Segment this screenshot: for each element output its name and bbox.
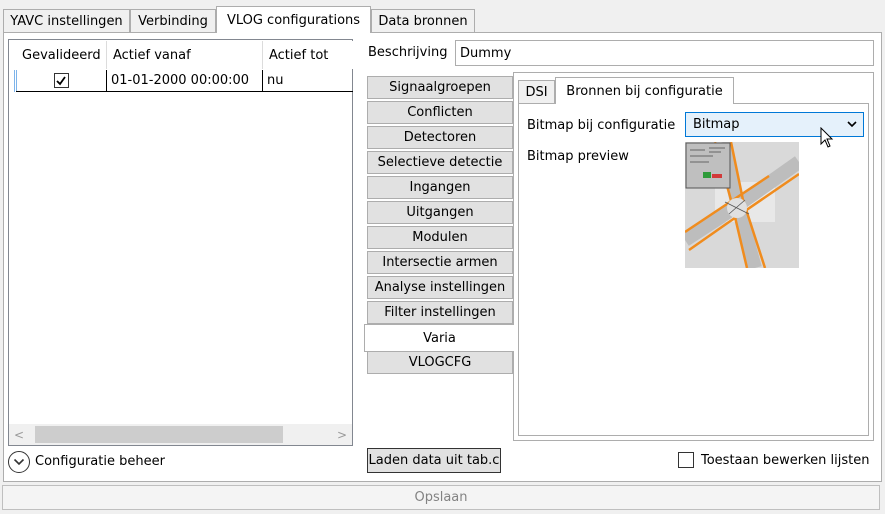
tab-ingangen[interactable]: Ingangen [367,176,513,199]
scrollbar-thumb[interactable] [35,426,283,443]
beschrijving-label: Beschrijving [368,45,448,60]
chevron-down-icon [847,121,857,128]
tab-analyse-instellingen[interactable]: Analyse instellingen [367,276,513,299]
column-header-gevalideerd[interactable]: Gevalideerd [16,41,107,69]
tab-intersectie-armen[interactable]: Intersectie armen [367,251,513,274]
tab-conflicten[interactable]: Conflicten [367,101,513,124]
gevalideerd-cell[interactable] [16,70,107,92]
horizontal-scrollbar[interactable]: < > [9,424,352,445]
column-header-actief-vanaf[interactable]: Actief vanaf [107,41,263,69]
actief-vanaf-cell[interactable]: 01-01-2000 00:00:00 [107,70,263,92]
tab-bronnen-bij-configuratie[interactable]: Bronnen bij configuratie [555,77,734,104]
bitmap-preview-label: Bitmap preview [527,149,629,164]
tab-detectoren[interactable]: Detectoren [367,126,513,149]
bitmap-select[interactable]: Bitmap [685,112,864,137]
column-header-actief-tot[interactable]: Actief tot [263,41,353,69]
configurations-grid[interactable]: Gevalideerd Actief vanaf Actief tot 01-0… [8,39,353,446]
mouse-cursor-icon [820,127,834,148]
configuratie-beheer-label[interactable]: Configuratie beheer [35,454,165,469]
checkmark-icon [56,75,66,85]
tab-vlog-configurations[interactable]: VLOG configurations [216,6,371,33]
tab-yavc-instellingen[interactable]: YAVC instellingen [3,9,130,32]
tab-data-bronnen[interactable]: Data bronnen [371,9,475,32]
bitmap-preview-image [685,142,799,268]
tab-verbinding[interactable]: Verbinding [130,9,216,32]
tab-dsi[interactable]: DSI [518,80,555,103]
toestaan-bewerken-checkbox[interactable] [678,452,694,468]
tab-signaalgroepen[interactable]: Signaalgroepen [367,76,513,99]
gevalideerd-checkbox[interactable] [53,73,69,88]
tab-filter-instellingen[interactable]: Filter instellingen [367,301,513,324]
beschrijving-input[interactable] [455,40,874,66]
expand-chevron-icon[interactable] [8,451,30,473]
tab-modulen[interactable]: Modulen [367,226,513,249]
bitmap-select-value: Bitmap [693,117,740,132]
tab-uitgangen[interactable]: Uitgangen [367,201,513,224]
scroll-left-icon[interactable]: < [12,426,26,443]
toestaan-bewerken-label[interactable]: Toestaan bewerken lijsten [701,453,869,468]
tab-selectieve-detectie[interactable]: Selectieve detectie [367,151,513,174]
tab-vlogcfg[interactable]: VLOGCFG [367,351,513,374]
scroll-right-icon[interactable]: > [335,426,349,443]
actief-tot-cell[interactable]: nu [263,70,353,92]
laden-data-button[interactable]: Laden data uit tab.c [367,448,501,473]
bitmap-bij-configuratie-label: Bitmap bij configuratie [527,118,676,133]
tab-varia[interactable]: Varia [364,324,514,352]
opslaan-button[interactable]: Opslaan [2,485,880,510]
